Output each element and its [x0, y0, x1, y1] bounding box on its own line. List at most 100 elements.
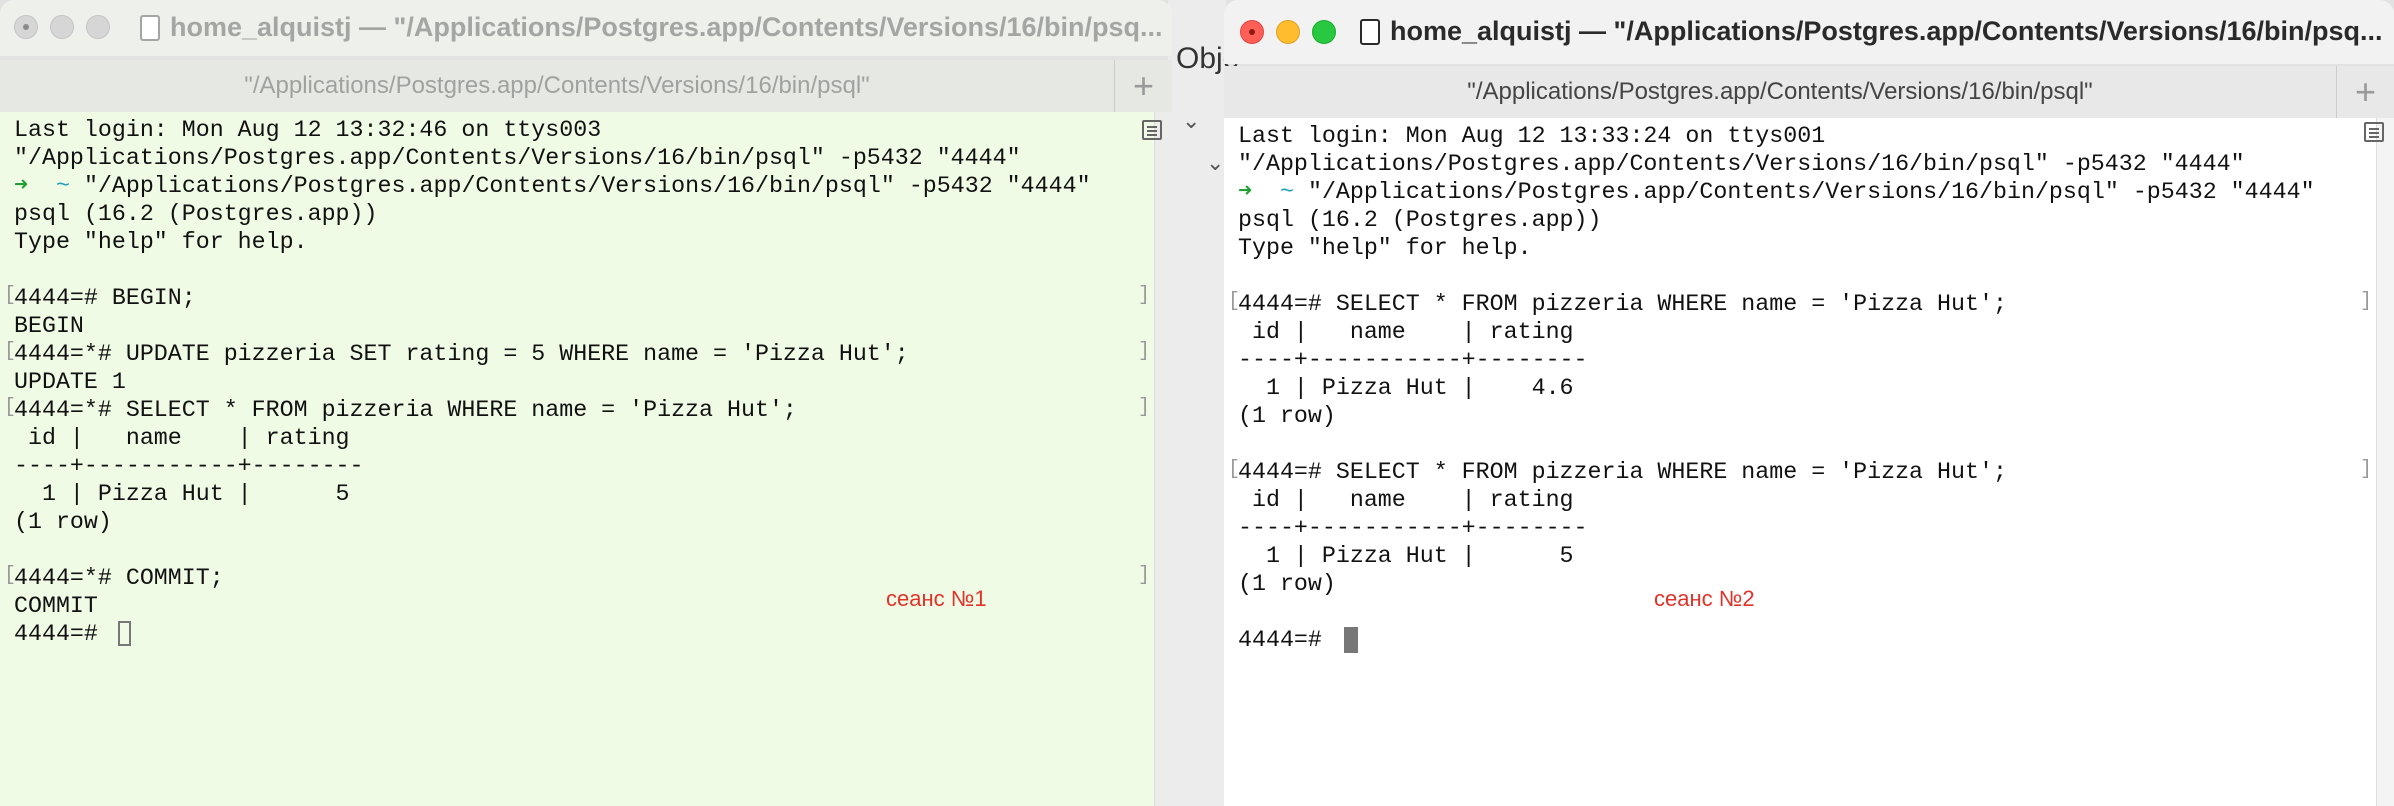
- terminal-lines: Last login: Mon Aug 12 13:33:24 on ttys0…: [1238, 122, 2315, 654]
- line-text: (1 row): [14, 509, 112, 535]
- command-mark-left: [: [4, 284, 17, 307]
- line-text: 1 | Pizza Hut | 5: [14, 481, 350, 507]
- command-mark-right: ]: [1137, 340, 1150, 363]
- command-mark-right: ]: [1137, 564, 1150, 587]
- terminal-line: 4444=*# SELECT * FROM pizzeria WHERE nam…: [14, 396, 1091, 424]
- command-mark-left: [: [1228, 458, 1241, 481]
- terminal-window-session-1[interactable]: home_alquistj — "/Applications/Postgres.…: [0, 0, 1172, 806]
- terminal-line: 4444=# BEGIN;: [14, 284, 1091, 312]
- command-text: "/Applications/Postgres.app/Contents/Ver…: [1307, 179, 2315, 205]
- terminal-line: Type "help" for help.: [14, 228, 1091, 256]
- new-tab-button[interactable]: +: [2336, 66, 2394, 118]
- scrollbar[interactable]: [1154, 112, 1172, 806]
- terminal-line: psql (16.2 (Postgres.app)): [14, 200, 1091, 228]
- line-text: 1 | Pizza Hut | 4.6: [1238, 375, 1574, 401]
- terminal-output[interactable]: Last login: Mon Aug 12 13:32:46 on ttys0…: [0, 112, 1172, 806]
- line-text: Last login: Mon Aug 12 13:32:46 on ttys0…: [14, 117, 602, 143]
- marks-icon[interactable]: [2364, 122, 2384, 142]
- line-text: 4444=*# SELECT * FROM pizzeria WHERE nam…: [14, 397, 797, 423]
- close-button[interactable]: [14, 15, 38, 39]
- window-title: home_alquistj — "/Applications/Postgres.…: [1360, 16, 2383, 47]
- terminal-line: 1 | Pizza Hut | 4.6: [1238, 374, 2315, 402]
- session-label: сеанс №2: [1654, 586, 1755, 611]
- terminal-line: id | name | rating: [14, 424, 1091, 452]
- line-text: ----+-----------+--------: [14, 453, 364, 479]
- terminal-line: BEGIN: [14, 312, 1091, 340]
- terminal-line: id | name | rating: [1238, 318, 2315, 346]
- window-title-text: home_alquistj — "/Applications/Postgres.…: [170, 12, 1163, 42]
- title-bar[interactable]: home_alquistj — "/Applications/Postgres.…: [1224, 0, 2394, 64]
- terminal-line: "/Applications/Postgres.app/Contents/Ver…: [1238, 150, 2315, 178]
- zoom-button[interactable]: [86, 15, 110, 39]
- terminal-line: 4444=*# UPDATE pizzeria SET rating = 5 W…: [14, 340, 1091, 368]
- terminal-line: Last login: Mon Aug 12 13:32:46 on ttys0…: [14, 116, 1091, 144]
- command-mark-left: [: [4, 340, 17, 363]
- line-text: 4444=#: [14, 621, 112, 647]
- prompt-arrow-icon: ➜: [14, 173, 29, 199]
- line-text: psql (16.2 (Postgres.app)): [14, 201, 378, 227]
- command-mark-left: [: [1228, 290, 1241, 313]
- line-text: Type "help" for help.: [14, 229, 308, 255]
- command-mark-right: ]: [2359, 290, 2372, 313]
- terminal-line: ----+-----------+--------: [14, 452, 1091, 480]
- terminal-output[interactable]: Last login: Mon Aug 12 13:33:24 on ttys0…: [1224, 118, 2394, 806]
- minimize-button[interactable]: [50, 15, 74, 39]
- line-text: 4444=# SELECT * FROM pizzeria WHERE name…: [1238, 291, 2007, 317]
- line-text: (1 row): [1238, 403, 1336, 429]
- prompt-dir: ~: [56, 173, 70, 199]
- tab-bar: "/Applications/Postgres.app/Contents/Ver…: [0, 60, 1172, 112]
- terminal-line: (1 row): [1238, 402, 2315, 430]
- tab-psql[interactable]: "/Applications/Postgres.app/Contents/Ver…: [0, 60, 1114, 112]
- tab-psql[interactable]: "/Applications/Postgres.app/Contents/Ver…: [1224, 66, 2336, 118]
- title-bar[interactable]: home_alquistj — "/Applications/Postgres.…: [0, 0, 1172, 56]
- terminal-line: ➜ ~ "/Applications/Postgres.app/Contents…: [14, 172, 1091, 200]
- line-text: 4444=*# UPDATE pizzeria SET rating = 5 W…: [14, 341, 909, 367]
- line-text: ----+-----------+--------: [1238, 515, 1588, 541]
- tab-bar: "/Applications/Postgres.app/Contents/Ver…: [1224, 66, 2394, 118]
- chevron-down-icon: ⌄: [1206, 150, 1225, 175]
- command-mark-right: ]: [2359, 458, 2372, 481]
- window-controls: [14, 15, 110, 39]
- line-text: "/Applications/Postgres.app/Contents/Ver…: [1238, 151, 2245, 177]
- zoom-button[interactable]: [1312, 20, 1336, 44]
- terminal-line: ----+-----------+--------: [1238, 514, 2315, 542]
- terminal-line: 1 | Pizza Hut | 5: [1238, 542, 2315, 570]
- terminal-line: (1 row): [1238, 570, 2315, 598]
- terminal-line: ➜ ~ "/Applications/Postgres.app/Contents…: [1238, 178, 2315, 206]
- terminal-lines: Last login: Mon Aug 12 13:32:46 on ttys0…: [14, 116, 1091, 648]
- marks-icon[interactable]: [1142, 120, 1162, 140]
- session-label: сеанс №1: [886, 586, 987, 611]
- command-text: "/Applications/Postgres.app/Contents/Ver…: [83, 173, 1091, 199]
- window-controls: [1240, 20, 1336, 44]
- terminal-line: 4444=# SELECT * FROM pizzeria WHERE name…: [1238, 458, 2315, 486]
- terminal-line: 4444=#: [14, 620, 1091, 648]
- command-mark-left: [: [4, 396, 17, 419]
- document-icon: [1360, 18, 1380, 45]
- text-cursor: [117, 621, 131, 647]
- line-text: 4444=# SELECT * FROM pizzeria WHERE name…: [1238, 459, 2007, 485]
- line-text: psql (16.2 (Postgres.app)): [1238, 207, 1602, 233]
- line-text: ----+-----------+--------: [1238, 347, 1588, 373]
- terminal-line: ----+-----------+--------: [1238, 346, 2315, 374]
- terminal-line: Last login: Mon Aug 12 13:33:24 on ttys0…: [1238, 122, 2315, 150]
- line-text: UPDATE 1: [14, 369, 126, 395]
- line-text: Type "help" for help.: [1238, 235, 1532, 261]
- minimize-button[interactable]: [1276, 20, 1300, 44]
- line-text: "/Applications/Postgres.app/Contents/Ver…: [14, 145, 1021, 171]
- new-tab-button[interactable]: +: [1114, 60, 1172, 112]
- terminal-line: psql (16.2 (Postgres.app)): [1238, 206, 2315, 234]
- line-text: 4444=*# COMMIT;: [14, 565, 224, 591]
- document-icon: [140, 14, 160, 41]
- line-text: id | name | rating: [1238, 487, 1574, 513]
- terminal-line: 4444=#: [1238, 626, 2315, 654]
- terminal-line: 1 | Pizza Hut | 5: [14, 480, 1091, 508]
- window-title: home_alquistj — "/Applications/Postgres.…: [140, 12, 1163, 43]
- close-button[interactable]: [1240, 20, 1264, 44]
- scrollbar[interactable]: [2376, 118, 2394, 806]
- line-text: 4444=#: [1238, 627, 1336, 653]
- command-mark-right: ]: [1137, 396, 1150, 419]
- line-text: id | name | rating: [1238, 319, 1574, 345]
- terminal-window-session-2[interactable]: home_alquistj — "/Applications/Postgres.…: [1224, 0, 2394, 806]
